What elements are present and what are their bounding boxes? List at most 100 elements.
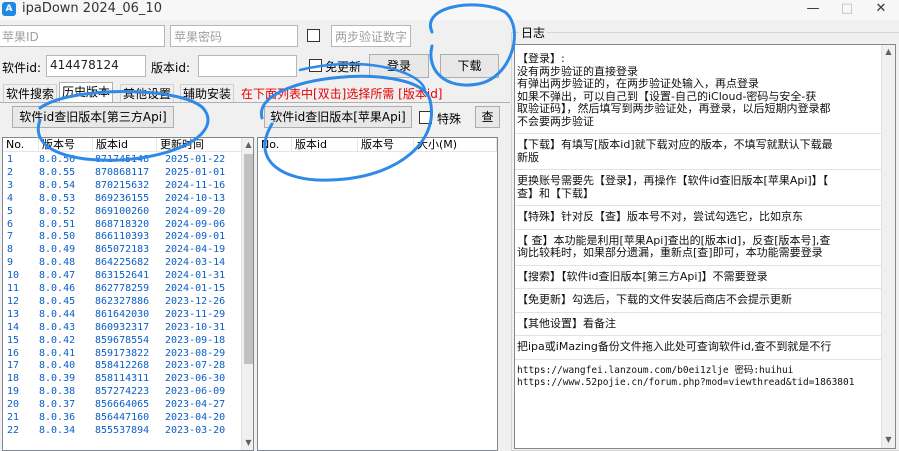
- table-row[interactable]: 2 8.0.55 870868117 2025-01-01: [3, 167, 243, 179]
- log-line: 【免更新】勾选后，下载的文件安装后商店不会提示更新: [517, 294, 792, 306]
- column-header-size[interactable]: 大小(M): [414, 138, 497, 152]
- tab-history-versions[interactable]: 历史版本: [59, 82, 114, 103]
- table-row[interactable]: 7 8.0.50 866110393 2024-09-01: [3, 231, 243, 243]
- scroll-up-arrow-icon[interactable]: ▲: [882, 45, 895, 59]
- table-row[interactable]: 9 8.0.48 864225682 2024-03-14: [3, 257, 243, 269]
- log-line: 取验证码】，然后填写到两步验证处，再登录，以后短期内登录都: [517, 103, 831, 115]
- log-line: 查】和【下载】: [517, 187, 594, 200]
- column-header-version[interactable]: 版本号: [39, 138, 93, 152]
- scroll-down-arrow-icon[interactable]: ▼: [242, 436, 253, 450]
- query-apple-api-button[interactable]: 软件id查旧版本[苹果Api]: [264, 106, 412, 128]
- close-button[interactable]: ✕: [864, 0, 898, 20]
- row-version: 8.0.38: [39, 386, 76, 398]
- row-version-id: 858412268: [95, 360, 150, 372]
- list-scrollbar[interactable]: ▲ ▼: [241, 138, 253, 450]
- log-line: 更换账号需要先【登录】，再操作【软件id查旧版本[苹果Api]】【: [517, 175, 829, 187]
- table-row[interactable]: 10 8.0.47 863152641 2024-01-31: [3, 270, 243, 282]
- tab-install-helper[interactable]: 辅助安装: [180, 84, 235, 103]
- log-separator: [515, 228, 881, 230]
- third-party-version-list[interactable]: No. 版本号 版本id 更新时间 1 8.0.56 871745148 2025-0…: [2, 137, 254, 451]
- download-button[interactable]: 下载: [440, 54, 499, 78]
- row-version: 8.0.51: [39, 218, 76, 230]
- table-row[interactable]: 21 8.0.36 856447160 2023-04-20: [3, 412, 243, 424]
- maximize-button[interactable]: □: [830, 0, 864, 20]
- scroll-down-arrow-icon[interactable]: ▼: [882, 433, 895, 447]
- row-version-id: 870215632: [95, 179, 150, 191]
- column-header-update-time[interactable]: 更新时间: [157, 138, 243, 152]
- apple-api-version-list[interactable]: No. 版本id 版本号 大小(M): [257, 137, 498, 451]
- table-row[interactable]: 1 8.0.56 871745148 2025-01-22: [3, 154, 243, 166]
- row-version-id: 862778259: [95, 283, 150, 294]
- log-separator: [515, 335, 881, 336]
- row-version: 8.0.48: [39, 257, 76, 269]
- row-version: 8.0.56: [39, 154, 76, 165]
- log-textarea[interactable]: 【登录】: 没有两步验证的直接登录 有弹出两步验证的，在两步验证处输入，再点登录…: [514, 44, 896, 449]
- no-update-label: 免更新: [325, 60, 362, 74]
- row-version-id: 871745148: [95, 154, 150, 165]
- table-row[interactable]: 8 8.0.49 865072183 2024-04-19: [3, 244, 243, 256]
- table-row[interactable]: 14 8.0.43 860932317 2023-10-31: [3, 322, 243, 334]
- row-update-time: 2023-10-31: [165, 321, 226, 333]
- row-version: 8.0.40: [39, 360, 76, 372]
- row-no: 12: [7, 295, 20, 307]
- column-header-version-id[interactable]: 版本id: [292, 138, 358, 152]
- software-id-input[interactable]: 414478124: [46, 55, 146, 77]
- table-row[interactable]: 17 8.0.40 858412268 2023-07-28: [3, 360, 243, 372]
- log-line: 询比较耗时，如果部分遗漏，重新点[查]即可，本功能需要登录: [517, 247, 823, 259]
- twofa-code-input[interactable]: 两步验证数字: [331, 25, 411, 47]
- column-header-no[interactable]: No.: [3, 138, 39, 152]
- no-update-checkbox[interactable]: [309, 59, 322, 72]
- show-password-checkbox[interactable]: [307, 29, 320, 42]
- log-separator: [515, 169, 881, 170]
- row-no: 14: [7, 321, 20, 333]
- row-update-time: 2023-04-20: [165, 412, 226, 423]
- special-checkbox[interactable]: [419, 111, 432, 124]
- table-row[interactable]: 20 8.0.37 856664065 2023-04-27: [3, 399, 243, 411]
- table-row[interactable]: 4 8.0.53 869236155 2024-10-13: [3, 193, 243, 205]
- log-scrollbar[interactable]: ▲ ▼: [881, 45, 895, 448]
- row-version-id: 859678554: [95, 334, 150, 346]
- version-id-input[interactable]: [198, 55, 297, 77]
- row-no: 11: [7, 283, 20, 294]
- scroll-up-arrow-icon[interactable]: ▲: [242, 138, 253, 152]
- row-version-id: 856447160: [95, 412, 150, 423]
- table-row[interactable]: 13 8.0.44 861642030 2023-11-29: [3, 309, 243, 321]
- log-content: 【登录】: 没有两步验证的直接登录 有弹出两步验证的，在两步验证处输入，再点登录…: [515, 53, 881, 390]
- row-update-time: 2023-07-28: [165, 360, 226, 372]
- row-version-id: 862327886: [95, 295, 150, 307]
- table-row[interactable]: 12 8.0.45 862327886 2023-12-26: [3, 296, 243, 308]
- apple-id-input[interactable]: 苹果ID: [0, 25, 165, 47]
- row-no: 3: [7, 179, 14, 191]
- row-update-time: 2023-06-30: [165, 373, 226, 385]
- log-separator: [515, 358, 881, 360]
- row-update-time: 2024-09-20: [165, 205, 226, 217]
- log-line: 【搜索】【软件id查旧版本[第三方Api]】不需要登录: [517, 270, 768, 283]
- row-no: 5: [7, 205, 14, 217]
- table-row[interactable]: 18 8.0.39 858114311 2023-06-30: [3, 373, 243, 385]
- row-version: 8.0.43: [39, 321, 76, 333]
- column-header-version-id[interactable]: 版本id: [93, 138, 157, 152]
- log-line: 【其他设置】看备注: [517, 317, 616, 330]
- column-header-no[interactable]: No.: [258, 138, 292, 152]
- login-button[interactable]: 登录: [369, 54, 429, 78]
- scroll-thumb[interactable]: [244, 154, 253, 364]
- query-third-party-button[interactable]: 软件id查旧版本[第三方Api]: [12, 106, 174, 128]
- tab-other-settings[interactable]: 其他设置: [120, 84, 175, 103]
- row-version: 8.0.52: [39, 205, 76, 217]
- row-version-id: 866110393: [95, 231, 150, 243]
- table-row[interactable]: 6 8.0.51 868718320 2024-09-06: [3, 219, 243, 231]
- table-row[interactable]: 5 8.0.52 869100260 2024-09-20: [3, 206, 243, 218]
- row-version: 8.0.49: [39, 244, 76, 256]
- tab-software-search[interactable]: 软件搜索: [3, 84, 58, 103]
- reverse-check-button[interactable]: 查: [475, 106, 500, 128]
- table-row[interactable]: 11 8.0.46 862778259 2024-01-15: [3, 283, 243, 295]
- table-row[interactable]: 15 8.0.42 859678554 2023-09-18: [3, 335, 243, 347]
- column-header-version[interactable]: 版本号: [358, 138, 414, 152]
- table-row[interactable]: 19 8.0.38 857274223 2023-06-09: [3, 386, 243, 398]
- table-row[interactable]: 3 8.0.54 870215632 2024-11-16: [3, 180, 243, 192]
- table-row[interactable]: 16 8.0.41 859173822 2023-08-29: [3, 348, 243, 360]
- minimize-button[interactable]: —: [796, 0, 830, 20]
- apple-password-input[interactable]: 苹果密码: [170, 25, 298, 47]
- table-row[interactable]: 22 8.0.34 855537894 2023-03-20: [3, 425, 243, 437]
- log-separator: [515, 288, 881, 289]
